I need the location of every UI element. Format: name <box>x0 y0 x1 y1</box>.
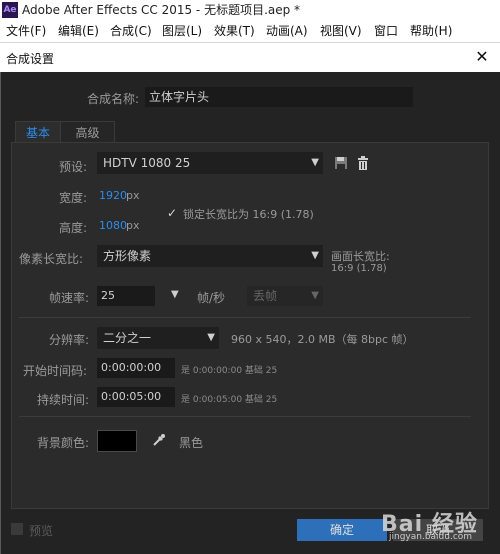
chevron-down-icon: ▼ <box>311 290 319 301</box>
duration-label: 持续时间: <box>37 393 90 407</box>
menu-animation[interactable]: 动画(A) <box>266 23 308 39</box>
menu-view[interactable]: 视图(V) <box>320 23 362 39</box>
menubar: 文件(F) 编辑(E) 合成(C) 图层(L) 效果(T) 动画(A) 视图(V… <box>0 20 500 42</box>
dialog-body: 合成名称: 立体字片头 基本 高级 预设: HDTV 1080 25 ▼ 宽度:… <box>0 72 500 554</box>
drop-frame-dropdown[interactable]: 丢帧 ▼ <box>247 286 323 306</box>
pixel-aspect-value: 方形像素 <box>103 249 152 263</box>
lock-aspect-label: 锁定长宽比为 16:9 (1.78) <box>183 208 314 221</box>
resolution-info: 960 x 540，2.0 MB（每 8bpc 帧） <box>231 333 414 346</box>
comp-name-input[interactable]: 立体字片头 <box>145 87 413 107</box>
resolution-dropdown[interactable]: 二分之一 ▼ <box>97 327 219 349</box>
height-unit: px <box>126 219 140 232</box>
background-color-name: 黑色 <box>179 436 204 450</box>
dialog-titlebar: 合成设置 ✕ <box>0 42 500 72</box>
frame-rate-input[interactable]: 25 <box>97 286 155 306</box>
resolution-label: 分辨率: <box>49 333 90 347</box>
width-label: 宽度: <box>59 191 88 205</box>
app-title: Adobe After Effects CC 2015 - 无标题项目.aep … <box>22 3 301 17</box>
divider <box>19 317 471 318</box>
preview-checkbox[interactable] <box>11 523 23 535</box>
chevron-down-icon: ▼ <box>207 332 215 343</box>
background-color-label: 背景颜色: <box>37 436 90 450</box>
preset-dropdown[interactable]: HDTV 1080 25 ▼ <box>97 152 323 174</box>
preset-value: HDTV 1080 25 <box>103 156 191 170</box>
menu-window[interactable]: 窗口 <box>374 23 398 39</box>
save-icon[interactable] <box>333 156 349 172</box>
app-titlebar: Ae Adobe After Effects CC 2015 - 无标题项目.a… <box>0 0 500 20</box>
start-timecode-input[interactable]: 0:00:00:00 <box>97 358 175 378</box>
duration-note: 是 0:00:05:00 基础 25 <box>181 395 278 405</box>
width-unit: px <box>126 189 140 202</box>
pixel-aspect-label: 像素长宽比: <box>19 252 84 266</box>
eyedropper-icon[interactable] <box>151 433 167 449</box>
dialog-title: 合成设置 <box>6 52 55 66</box>
background-color-swatch[interactable] <box>97 430 137 452</box>
chevron-down-icon: ▼ <box>311 157 319 168</box>
trash-icon[interactable] <box>355 156 371 172</box>
frame-rate-chevron-down-icon[interactable]: ▼ <box>171 289 179 300</box>
preview-label: 预览 <box>29 524 54 538</box>
start-timecode-note: 是 0:00:00:00 基础 25 <box>181 366 278 376</box>
watermark-url: jingyan.baidu.com <box>389 532 473 542</box>
divider <box>19 416 471 417</box>
comp-name-label: 合成名称: <box>87 92 140 106</box>
frame-aspect-value: 16:9 (1.78) <box>331 263 387 274</box>
menu-composition[interactable]: 合成(C) <box>110 23 152 39</box>
duration-input[interactable]: 0:00:05:00 <box>97 387 175 407</box>
tab-basic[interactable]: 基本 <box>15 121 61 143</box>
menu-effect[interactable]: 效果(T) <box>214 23 255 39</box>
close-icon[interactable]: ✕ <box>472 47 492 67</box>
menu-file[interactable]: 文件(F) <box>6 23 46 39</box>
drop-frame-value: 丢帧 <box>253 289 278 303</box>
menu-edit[interactable]: 编辑(E) <box>58 23 99 39</box>
chevron-down-icon: ▼ <box>311 250 319 261</box>
ok-button[interactable]: 确定 <box>297 519 387 541</box>
width-value[interactable]: 1920 <box>99 189 127 202</box>
height-label: 高度: <box>59 221 88 235</box>
height-value[interactable]: 1080 <box>99 219 127 232</box>
tab-advanced[interactable]: 高级 <box>61 121 115 143</box>
app-logo: Ae <box>2 2 18 18</box>
lock-aspect-checkbox[interactable]: ✓ <box>167 207 179 219</box>
menu-layer[interactable]: 图层(L) <box>162 23 202 39</box>
menu-help[interactable]: 帮助(H) <box>410 23 452 39</box>
frame-rate-unit: 帧/秒 <box>197 291 226 305</box>
resolution-value: 二分之一 <box>103 331 152 345</box>
start-timecode-label: 开始时间码: <box>23 364 88 378</box>
frame-rate-label: 帧速率: <box>49 291 90 305</box>
frame-aspect-label: 画面长宽比: <box>331 250 390 263</box>
preset-label: 预设: <box>59 160 88 174</box>
pixel-aspect-dropdown[interactable]: 方形像素 ▼ <box>97 245 323 267</box>
